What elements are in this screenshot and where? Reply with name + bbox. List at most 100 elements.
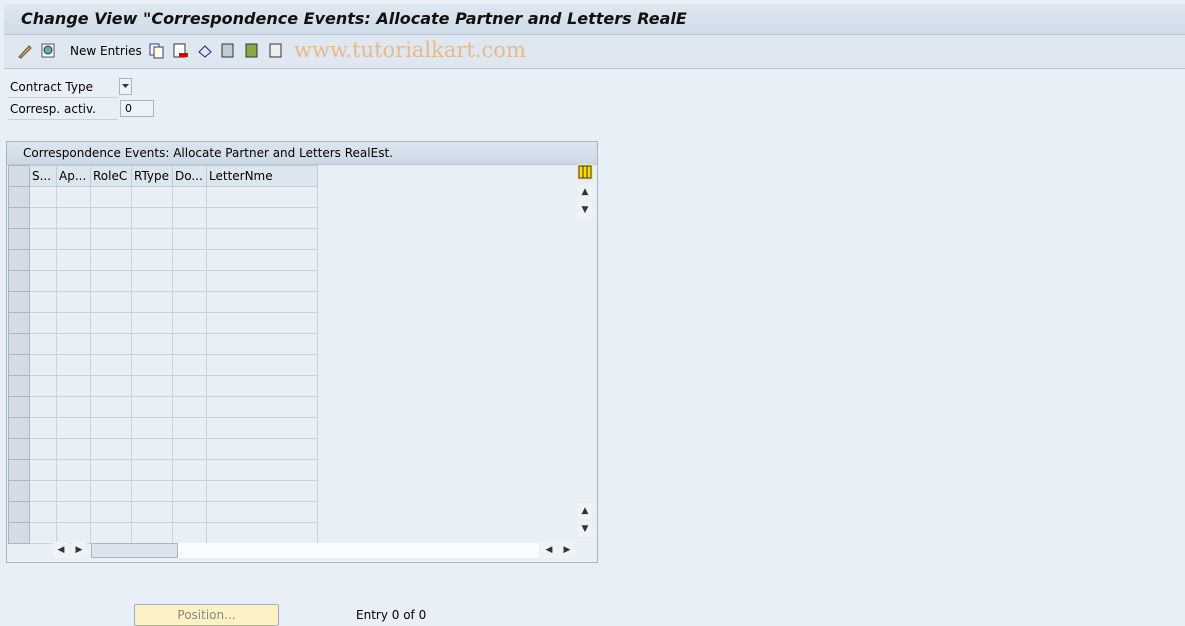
table-cell[interactable]	[131, 291, 173, 313]
scroll-thumb[interactable]	[91, 543, 178, 558]
table-cell[interactable]	[206, 438, 318, 460]
table-cell[interactable]	[29, 333, 57, 355]
horizontal-scrollbar[interactable]: ◀ ▶ ◀ ▶	[7, 542, 595, 560]
table-cell[interactable]	[56, 480, 91, 502]
table-cell[interactable]	[172, 417, 207, 439]
table-cell[interactable]	[206, 312, 318, 334]
table-cell[interactable]	[90, 396, 132, 418]
table-cell[interactable]	[172, 291, 207, 313]
table-cell[interactable]	[131, 459, 173, 481]
table-cell[interactable]	[29, 207, 57, 229]
table-cell[interactable]	[206, 354, 318, 376]
table-cell[interactable]	[90, 186, 132, 208]
table-cell[interactable]	[90, 333, 132, 355]
table-cell[interactable]	[90, 417, 132, 439]
select-block-icon[interactable]	[245, 43, 261, 59]
table-cell[interactable]	[172, 501, 207, 523]
row-selector[interactable]	[8, 354, 30, 376]
table-cell[interactable]	[131, 228, 173, 250]
table-cell[interactable]	[29, 438, 57, 460]
table-cell[interactable]	[131, 438, 173, 460]
table-cell[interactable]	[172, 522, 207, 544]
table-cell[interactable]	[56, 207, 91, 229]
table-cell[interactable]	[131, 480, 173, 502]
table-cell[interactable]	[90, 522, 132, 544]
table-cell[interactable]	[29, 249, 57, 271]
row-selector[interactable]	[8, 228, 30, 250]
new-entries-button[interactable]: New Entries	[70, 44, 142, 58]
table-cell[interactable]	[131, 312, 173, 334]
table-cell[interactable]	[131, 333, 173, 355]
row-selector[interactable]	[8, 480, 30, 502]
table-cell[interactable]	[172, 354, 207, 376]
table-cell[interactable]	[90, 291, 132, 313]
table-cell[interactable]	[90, 375, 132, 397]
table-cell[interactable]	[29, 312, 57, 334]
table-cell[interactable]	[56, 333, 91, 355]
select-all-cell[interactable]	[8, 165, 30, 187]
table-cell[interactable]	[206, 501, 318, 523]
table-cell[interactable]	[206, 207, 318, 229]
table-cell[interactable]	[206, 291, 318, 313]
row-selector[interactable]	[8, 459, 30, 481]
table-cell[interactable]	[56, 459, 91, 481]
table-cell[interactable]	[172, 459, 207, 481]
scroll-down-button[interactable]: ▼	[577, 521, 593, 537]
table-cell[interactable]	[206, 270, 318, 292]
table-cell[interactable]	[56, 186, 91, 208]
deselect-all-icon[interactable]	[269, 43, 285, 59]
table-cell[interactable]	[90, 480, 132, 502]
column-settings-icon[interactable]	[577, 164, 593, 180]
table-cell[interactable]	[29, 522, 57, 544]
row-selector[interactable]	[8, 291, 30, 313]
table-cell[interactable]	[29, 480, 57, 502]
table-cell[interactable]	[131, 207, 173, 229]
table-cell[interactable]	[131, 396, 173, 418]
table-cell[interactable]	[90, 207, 132, 229]
table-cell[interactable]	[56, 501, 91, 523]
select-all-icon[interactable]	[221, 43, 237, 59]
table-cell[interactable]	[29, 501, 57, 523]
row-selector[interactable]	[8, 501, 30, 523]
table-cell[interactable]	[206, 396, 318, 418]
table-cell[interactable]	[56, 354, 91, 376]
vertical-scrollbar[interactable]: ▲ ▼ ▲ ▼	[577, 164, 595, 539]
table-cell[interactable]	[56, 291, 91, 313]
table-cell[interactable]	[29, 270, 57, 292]
table-cell[interactable]	[29, 228, 57, 250]
table-cell[interactable]	[56, 249, 91, 271]
table-cell[interactable]	[131, 417, 173, 439]
table-cell[interactable]	[172, 438, 207, 460]
table-cell[interactable]	[131, 354, 173, 376]
scroll-up-button[interactable]: ▲	[577, 503, 593, 519]
table-cell[interactable]	[206, 333, 318, 355]
table-cell[interactable]	[90, 312, 132, 334]
table-cell[interactable]	[29, 417, 57, 439]
row-selector[interactable]	[8, 396, 30, 418]
table-cell[interactable]	[90, 354, 132, 376]
table-cell[interactable]	[29, 375, 57, 397]
row-selector[interactable]	[8, 270, 30, 292]
table-cell[interactable]	[56, 312, 91, 334]
table-cell[interactable]	[206, 480, 318, 502]
scroll-up-button[interactable]: ▲	[577, 184, 593, 200]
table-cell[interactable]	[206, 249, 318, 271]
table-cell[interactable]	[131, 270, 173, 292]
corresp-activ-input[interactable]: 0	[120, 100, 154, 117]
delete-icon[interactable]	[173, 43, 189, 59]
table-cell[interactable]	[90, 438, 132, 460]
table-cell[interactable]	[206, 459, 318, 481]
table-cell[interactable]	[131, 186, 173, 208]
table-cell[interactable]	[56, 438, 91, 460]
find-icon[interactable]	[41, 43, 57, 59]
table-cell[interactable]	[90, 249, 132, 271]
table-cell[interactable]	[206, 417, 318, 439]
table-cell[interactable]	[56, 396, 91, 418]
table-cell[interactable]	[172, 312, 207, 334]
row-selector[interactable]	[8, 333, 30, 355]
table-cell[interactable]	[172, 207, 207, 229]
row-selector[interactable]	[8, 438, 30, 460]
column-header[interactable]: LetterNme	[206, 165, 318, 187]
table-cell[interactable]	[172, 375, 207, 397]
table-cell[interactable]	[206, 228, 318, 250]
